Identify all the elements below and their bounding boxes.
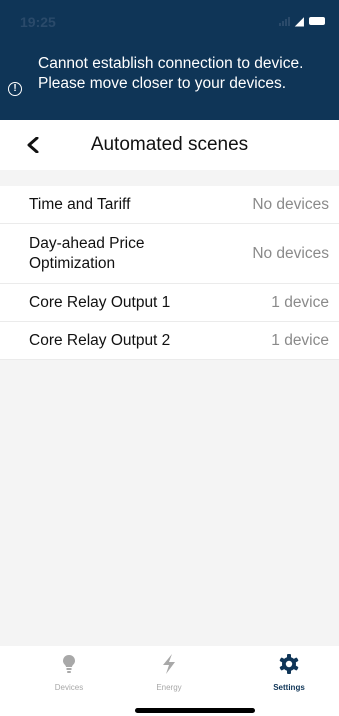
scene-device-count: No devices xyxy=(252,195,329,213)
status-time: 19:25 xyxy=(20,14,56,30)
scene-row-core-relay-output-2[interactable]: Core Relay Output 2 1 device xyxy=(0,322,339,360)
connection-warning-banner: 19:25 ◢ ! Cannot establish connection to… xyxy=(0,0,339,120)
connection-warning-message: Cannot establish connection to device. P… xyxy=(38,55,304,92)
scene-device-count: No devices xyxy=(252,244,329,262)
lightbulb-icon xyxy=(62,654,76,679)
tab-label: Energy xyxy=(156,683,182,692)
tab-devices[interactable]: Devices xyxy=(34,654,104,692)
wifi-icon: ◢ xyxy=(294,14,304,28)
home-indicator xyxy=(135,708,255,713)
scene-name: Time and Tariff xyxy=(29,195,131,213)
tab-energy[interactable]: Energy xyxy=(134,654,204,692)
scene-device-count: 1 device xyxy=(271,331,329,349)
signal-icon xyxy=(278,16,290,26)
empty-area xyxy=(0,360,339,646)
scene-row-core-relay-output-1[interactable]: Core Relay Output 1 1 device xyxy=(0,284,339,322)
tab-label: Settings xyxy=(273,683,305,692)
status-icons: ◢ xyxy=(278,14,325,28)
scene-name: Core Relay Output 2 xyxy=(29,331,171,349)
bottom-tab-bar: Devices Energy Settings xyxy=(0,646,339,716)
lightning-icon xyxy=(161,654,177,679)
page-title: Automated scenes xyxy=(90,134,249,155)
alert-circle-icon: ! xyxy=(8,82,22,96)
battery-icon xyxy=(309,17,325,25)
scene-name: Core Relay Output 1 xyxy=(29,293,171,311)
scene-row-day-ahead-price-optimization[interactable]: Day-ahead Price Optimization No devices xyxy=(0,224,339,284)
page-header: Automated scenes xyxy=(0,120,339,170)
section-spacer xyxy=(0,170,339,186)
tab-settings[interactable]: Settings xyxy=(254,654,324,692)
scene-device-count: 1 device xyxy=(271,293,329,311)
scene-list: Time and Tariff No devices Day-ahead Pri… xyxy=(0,186,339,360)
gear-icon xyxy=(279,654,299,679)
scene-row-time-and-tariff[interactable]: Time and Tariff No devices xyxy=(0,186,339,224)
chevron-left-icon[interactable] xyxy=(22,134,44,156)
tab-label: Devices xyxy=(54,683,84,692)
scene-name: Day-ahead Price Optimization xyxy=(29,234,145,272)
